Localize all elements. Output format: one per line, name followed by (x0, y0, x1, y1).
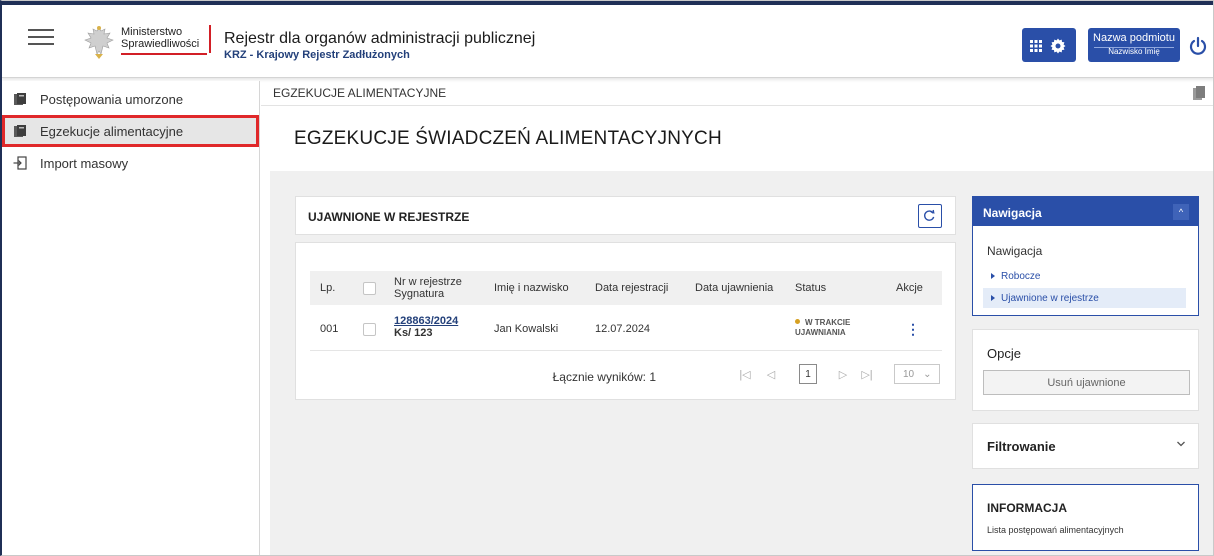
cell-name: Jan Kowalski (494, 323, 559, 335)
chevron-down-icon (1177, 441, 1185, 447)
sidebar-item-label: Postępowania umorzone (40, 91, 184, 107)
ministry-logo[interactable]: Ministerstwo Sprawiedliwości (79, 22, 207, 62)
first-page-icon[interactable]: |◁ (736, 364, 754, 384)
last-page-icon[interactable]: ▷| (858, 364, 876, 384)
select-all-checkbox[interactable] (363, 281, 376, 295)
chevron-up-icon[interactable]: ^ (1173, 204, 1189, 220)
logo-separator (209, 25, 211, 53)
refresh-icon (924, 209, 935, 221)
nav-link-label: Ujawnione w rejestrze (1001, 292, 1099, 304)
results-table-panel: Lp. Nr w rejestrze Sygnatura Imię i nazw… (295, 242, 956, 400)
sidebar-item-label: Egzekucje alimentacyjne (40, 123, 184, 139)
breadcrumb: EGZEKUCJE ALIMENTACYJNE (261, 81, 1213, 106)
navigation-card: Nawigacja ^ Nawigacja Robocze Ujawnione … (972, 196, 1199, 316)
nav-link-label: Robocze (1001, 270, 1041, 282)
row-divider (310, 350, 942, 351)
table-panel-title: UJAWNIONE W REJESTRZE (308, 210, 470, 224)
table-panel-header: UJAWNIONE W REJESTRZE (295, 196, 956, 235)
cell-nr: 128863/2024 Ks/ 123 (394, 315, 458, 339)
nav-link-ujawnione[interactable]: Ujawnione w rejestrze (983, 288, 1186, 308)
column-header-nr-line2: Sygnatura (394, 288, 445, 300)
column-header-registration-date: Data rejestracji (595, 282, 669, 294)
current-page[interactable]: 1 (799, 364, 817, 384)
person-name: Nazwisko Imię (1108, 47, 1160, 56)
row-checkbox[interactable] (363, 322, 376, 336)
filter-title: Filtrowanie (987, 439, 1056, 454)
app-header: Ministerstwo Sprawiedliwości Rejestr dla… (2, 1, 1213, 78)
page-title: EGZEKUCJE ŚWIADCZEŃ ALIMENTACYJNYCH (294, 128, 722, 149)
row-actions-icon[interactable]: ⋮ (906, 309, 920, 349)
menu-icon[interactable] (28, 29, 54, 47)
navigation-card-title: Nawigacja (983, 206, 1042, 220)
ministry-eagle-logo (84, 26, 114, 59)
row-checkbox-cell (363, 309, 376, 349)
remove-published-button[interactable]: Usuń ujawnione (983, 370, 1190, 395)
sidebar-item-egzekucje-alimentacyjne[interactable]: Egzekucje alimentacyjne (2, 115, 259, 147)
app-window: Ministerstwo Sprawiedliwości Rejestr dla… (0, 0, 1214, 556)
select-all-checkbox-cell (363, 271, 376, 305)
column-header-nr: Nr w rejestrze Sygnatura (394, 271, 462, 305)
info-card: INFORMACJA Lista postępowań alimentacyjn… (972, 484, 1199, 551)
options-title: Opcje (987, 346, 1021, 361)
ministry-line-1: Ministerstwo (121, 26, 183, 38)
status-line-1: W TRAKCIE (795, 318, 850, 328)
folder-icon (14, 125, 26, 137)
registry-number-link[interactable]: 128863/2024 (394, 315, 458, 327)
next-page-icon[interactable]: ▷ (834, 364, 852, 384)
cell-registration-date: 12.07.2024 (595, 323, 651, 335)
page-size-value: 10 (903, 368, 915, 380)
apps-settings-button[interactable] (1022, 28, 1076, 62)
status-dot-icon (795, 319, 800, 324)
total-results: Łącznie wyników: 1 (552, 370, 656, 384)
gear-icon[interactable] (1050, 38, 1066, 54)
navigation-subtitle: Nawigacja (987, 244, 1043, 258)
previous-page-icon[interactable]: ◁ (762, 364, 780, 384)
navigation-card-header[interactable]: Nawigacja ^ (973, 197, 1198, 226)
caret-right-icon (991, 295, 995, 301)
ministry-line-2: Sprawiedliwości (121, 38, 200, 50)
app-title: Rejestr dla organów administracji public… (224, 30, 536, 47)
info-text: Lista postępowań alimentacyjnych (987, 525, 1124, 535)
import-icon (13, 156, 27, 170)
info-title: INFORMACJA (987, 501, 1067, 515)
column-header-actions: Akcje (896, 282, 923, 294)
status-text-1: W TRAKCIE (805, 318, 851, 327)
folder-icon (1193, 86, 1205, 100)
status-text-2: UJAWNIANIA (795, 328, 846, 337)
sidebar-item-label: Import masowy (40, 155, 129, 171)
caret-right-icon (991, 273, 995, 279)
options-card: Opcje Usuń ujawnione (972, 329, 1199, 411)
table-header: Lp. Nr w rejestrze Sygnatura Imię i nazw… (310, 271, 942, 305)
chevron-down-icon: ⌄ (923, 368, 932, 380)
power-icon[interactable] (1188, 36, 1208, 56)
column-header-publication-date: Data ujawnienia (695, 282, 774, 294)
nav-link-robocze[interactable]: Robocze (983, 266, 1186, 286)
user-divider (1094, 47, 1174, 48)
sidebar-item-postepowania-umorzone[interactable]: Postępowania umorzone (2, 83, 259, 115)
column-header-lp: Lp. (320, 282, 336, 294)
cell-lp: 001 (320, 323, 339, 335)
ministry-name: Ministerstwo Sprawiedliwości (121, 26, 199, 50)
table-row[interactable]: 001 128863/2024 Ks/ 123 Jan Kowalski 12.… (310, 309, 942, 349)
column-header-name: Imię i nazwisko (494, 282, 569, 294)
cell-signature: Ks/ 123 (394, 327, 433, 339)
user-account-button[interactable]: Nazwa podmiotu Nazwisko Imię (1088, 28, 1180, 62)
ministry-underline (121, 53, 207, 55)
breadcrumb-current: EGZEKUCJE ALIMENTACYJNE (273, 86, 447, 100)
filter-card[interactable]: Filtrowanie (972, 423, 1199, 469)
header-accent-line (2, 1, 1213, 5)
entity-name: Nazwa podmiotu (1093, 32, 1175, 44)
column-header-nr-line1: Nr w rejestrze (394, 276, 462, 288)
folder-icon (14, 93, 26, 105)
sidebar-item-import-masowy[interactable]: Import masowy (2, 147, 259, 179)
app-subtitle: KRZ - Krajowy Rejestr Zadłużonych (224, 49, 410, 61)
grid-icon[interactable] (1030, 40, 1042, 52)
page-size-select[interactable]: 10 ⌄ (894, 364, 940, 384)
column-header-status: Status (795, 282, 827, 294)
status-badge: W TRAKCIE UJAWNIANIA (795, 318, 850, 338)
sidebar: Postępowania umorzone Egzekucje alimenta… (2, 81, 260, 555)
refresh-button[interactable] (918, 204, 942, 228)
